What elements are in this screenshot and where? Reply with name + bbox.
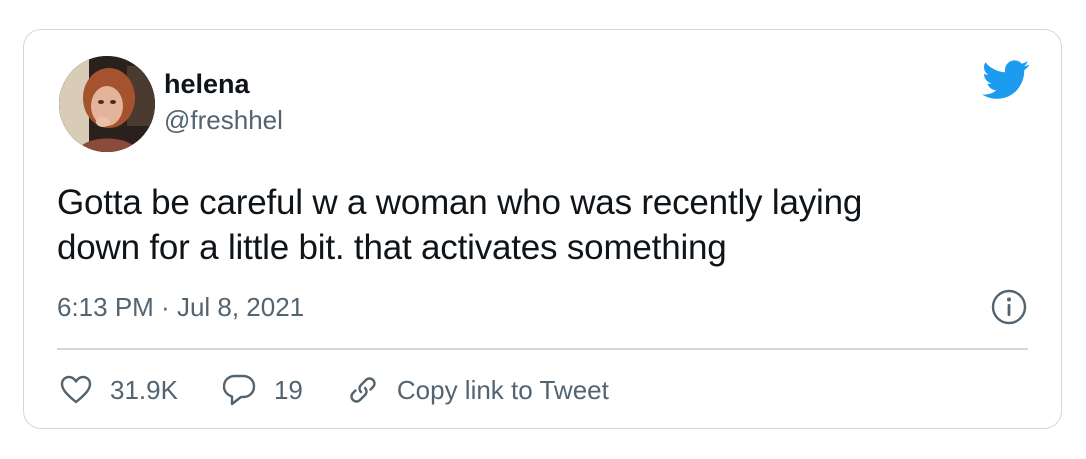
divider [57, 348, 1028, 350]
copy-link-label: Copy link to Tweet [396, 374, 609, 405]
action-bar: 31.9K 19 Copy link to Tweet [60, 368, 609, 412]
meta-separator: · [153, 292, 177, 322]
display-name[interactable]: helena [164, 68, 283, 100]
tweet-date[interactable]: Jul 8, 2021 [177, 290, 304, 324]
reply-count: 19 [273, 374, 303, 405]
info-icon[interactable] [990, 288, 1028, 326]
avatar[interactable] [59, 56, 155, 152]
tweet-text: Gotta be careful w a woman who was recen… [57, 180, 1017, 270]
tweet-time[interactable]: 6:13 PM [57, 290, 154, 324]
tweet-card[interactable]: helena @freshhel Gotta be careful w a wo… [23, 29, 1062, 429]
avatar-photo [59, 56, 155, 152]
user-block[interactable]: helena @freshhel [164, 68, 283, 136]
tweet-text-line-1: Gotta be careful w a woman who was recen… [57, 183, 863, 222]
tweet-text-line-2: down for a little bit. that activates so… [57, 228, 727, 267]
reply-button[interactable]: 19 [222, 374, 303, 406]
link-icon [350, 377, 376, 403]
timestamp[interactable]: 6:13 PM · Jul 8, 2021 [57, 290, 304, 324]
heart-icon [60, 375, 92, 404]
like-button[interactable]: 31.9K [60, 375, 178, 406]
handle[interactable]: @freshhel [164, 104, 283, 136]
copy-link-button[interactable]: Copy link to Tweet [347, 374, 609, 406]
like-count: 31.9K [110, 374, 178, 405]
speech-bubble-icon [222, 374, 256, 406]
twitter-bird-icon[interactable] [982, 60, 1030, 100]
